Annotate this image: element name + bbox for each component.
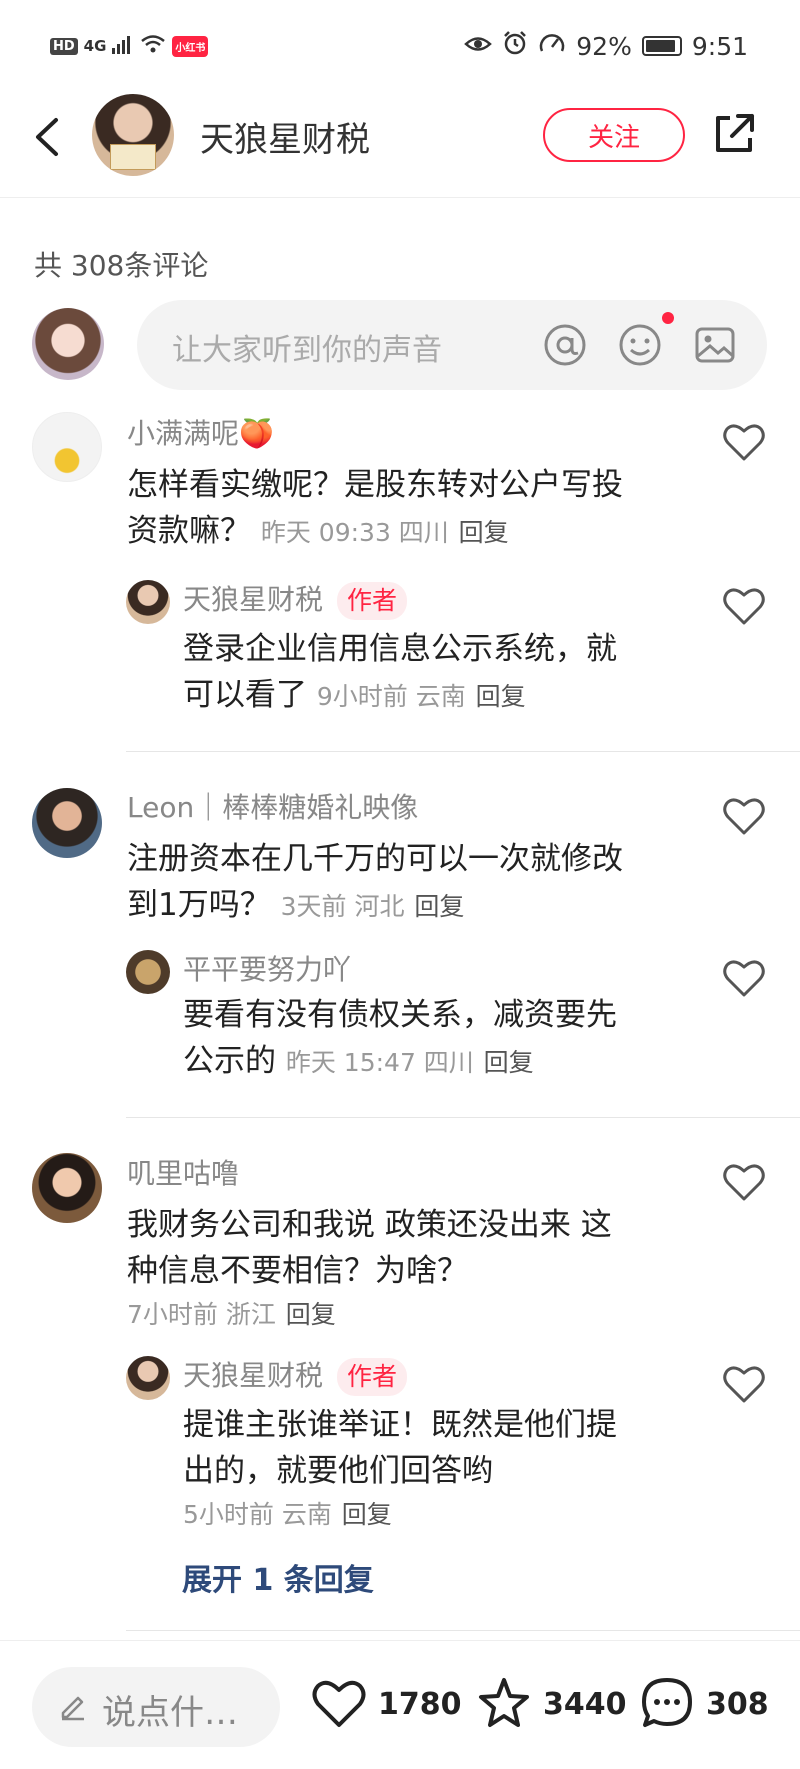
reply-button[interactable]: 回复 <box>414 892 464 921</box>
heart-icon[interactable] <box>722 1364 766 1404</box>
comment-meta: 7小时前 浙江 <box>127 1300 276 1329</box>
heart-icon[interactable] <box>722 1162 766 1202</box>
favorite-button[interactable]: 3440 <box>475 1675 627 1733</box>
wifi-icon <box>140 34 166 58</box>
heart-icon[interactable] <box>722 796 766 836</box>
comment-line: 我财务公司和我说 政策还没出来 这 <box>127 1207 612 1243</box>
reply-line: 提谁主张谁举证！既然是他们提 <box>183 1407 617 1443</box>
signal-icon <box>112 34 134 58</box>
pencil-icon <box>61 1696 84 1721</box>
image-icon[interactable] <box>692 322 738 368</box>
reply-button[interactable]: 回复 <box>342 1500 392 1529</box>
comment-meta: 昨天 09:33 四川 <box>260 518 449 547</box>
author-name[interactable]: 天狼星财税 <box>200 112 370 161</box>
avatar[interactable] <box>126 950 170 994</box>
reply-line: 出的，就要他们回答哟 <box>183 1453 493 1489</box>
share-icon <box>716 114 754 152</box>
chat-bubble-icon <box>642 1678 692 1727</box>
reply-author-row: 天狼星财税 作者 <box>183 578 408 620</box>
reply-author[interactable]: 天狼星财税 <box>183 1359 323 1392</box>
like-button[interactable]: 1780 <box>310 1675 462 1733</box>
divider <box>126 1630 800 1631</box>
comment-text: 我财务公司和我说 政策还没出来 这 种信息不要相信？为啥？ 7小时前 浙江 回复 <box>127 1202 707 1334</box>
notification-dot <box>662 312 674 324</box>
follow-button[interactable]: 关注 <box>543 108 685 162</box>
emoji-icon[interactable] <box>617 322 663 368</box>
comment-line: 怎样看实缴呢？是股东转对公户写投 <box>127 467 623 503</box>
battery-icon <box>641 36 682 56</box>
comment-line: 到1万吗？ <box>127 887 271 923</box>
comment-input-placeholder: 让大家听到你的声音 <box>172 333 442 368</box>
reply-button[interactable]: 回复 <box>476 682 526 711</box>
reply-line: 公示的 <box>183 1043 276 1079</box>
expand-replies-button[interactable]: 展开 1 条回复 <box>182 1555 374 1599</box>
comment-line: 注册资本在几千万的可以一次就修改 <box>127 841 623 877</box>
author-avatar[interactable] <box>92 94 174 176</box>
clock: 9:51 <box>691 31 748 61</box>
comment-input[interactable]: 让大家听到你的声音 <box>137 300 767 390</box>
status-left: HD 4G 小红书 <box>50 34 209 58</box>
reply-line: 要看有没有债权关系，减资要先 <box>183 997 617 1033</box>
reply-line: 可以看了 <box>183 677 307 713</box>
reply-author-row: 天狼星财税 作者 <box>183 1354 408 1396</box>
divider <box>126 1117 800 1118</box>
comment-author[interactable]: Leon｜棒棒糖婚礼映像 <box>127 786 418 826</box>
app-badge: 小红书 <box>172 35 209 57</box>
reply-text: 要看有没有债权关系，减资要先 公示的 昨天 15:47 四川 回复 <box>183 992 683 1086</box>
quick-comment-placeholder: 说点什… <box>102 1693 238 1733</box>
avatar[interactable] <box>32 1153 102 1223</box>
comment-text: 注册资本在几千万的可以一次就修改 到1万吗？ 3天前 河北 回复 <box>127 836 707 930</box>
reply-author[interactable]: 天狼星财税 <box>183 583 323 616</box>
star-icon <box>479 1678 529 1727</box>
my-avatar <box>32 308 104 380</box>
speed-icon <box>538 31 566 61</box>
author-badge: 作者 <box>337 1358 408 1396</box>
comment-total: 308 <box>706 1686 769 1722</box>
reply-meta: 昨天 15:47 四川 <box>285 1048 474 1077</box>
comment-count: 共 308条评论 <box>34 249 209 282</box>
alarm-icon <box>502 30 528 62</box>
comment-meta: 3天前 河北 <box>280 892 405 921</box>
heart-icon[interactable] <box>722 422 766 462</box>
quick-comment-input[interactable]: 说点什… <box>32 1667 280 1747</box>
status-right: 92% 9:51 <box>464 30 748 62</box>
heart-icon[interactable] <box>722 958 766 998</box>
status-bar: HD 4G 小红书 92% 9:51 <box>0 0 800 90</box>
reply-button[interactable]: 回复 <box>484 1048 534 1077</box>
avatar[interactable] <box>126 1356 170 1400</box>
back-button[interactable] <box>28 112 68 162</box>
divider <box>126 751 800 752</box>
avatar[interactable] <box>126 580 170 624</box>
comment-text: 怎样看实缴呢？是股东转对公户写投 资款嘛？ 昨天 09:33 四川 回复 <box>127 462 707 556</box>
top-header: 天狼星财税 关注 <box>0 90 800 198</box>
eye-icon <box>464 32 493 61</box>
comment-line: 资款嘛？ <box>127 513 251 549</box>
heart-icon[interactable] <box>722 586 766 626</box>
heart-icon <box>312 1680 366 1727</box>
avatar[interactable] <box>32 412 102 482</box>
bottom-bar: 说点什… 1780 3440 308 <box>0 1640 800 1769</box>
reply-text: 登录企业信用信息公示系统，就 可以看了 9小时前 云南 回复 <box>183 626 683 720</box>
favorite-count: 3440 <box>543 1686 627 1722</box>
hd-badge: HD <box>50 37 78 55</box>
comment-author[interactable]: 小满满呢🍑 <box>127 412 274 452</box>
comment-button[interactable]: 308 <box>638 1675 769 1733</box>
avatar[interactable] <box>32 788 102 858</box>
reply-author[interactable]: 平平要努力吖 <box>183 948 351 988</box>
network-label: 4G <box>83 37 107 55</box>
reply-text: 提谁主张谁举证！既然是他们提 出的，就要他们回答哟 5小时前 云南 回复 <box>183 1402 683 1534</box>
reply-line: 登录企业信用信息公示系统，就 <box>183 631 617 667</box>
reply-meta: 9小时前 云南 <box>316 682 466 711</box>
author-badge: 作者 <box>337 582 408 620</box>
reply-meta: 5小时前 云南 <box>183 1500 332 1529</box>
reply-button[interactable]: 回复 <box>286 1300 336 1329</box>
chevron-left-icon <box>36 118 58 156</box>
share-button[interactable] <box>710 110 758 158</box>
mention-icon[interactable] <box>542 322 588 368</box>
like-count: 1780 <box>378 1686 462 1722</box>
battery-percent: 92% <box>576 31 632 61</box>
comment-author[interactable]: 叽里咕噜 <box>127 1152 239 1192</box>
reply-button[interactable]: 回复 <box>459 518 509 547</box>
comment-line: 种信息不要相信？为啥？ <box>127 1253 468 1289</box>
